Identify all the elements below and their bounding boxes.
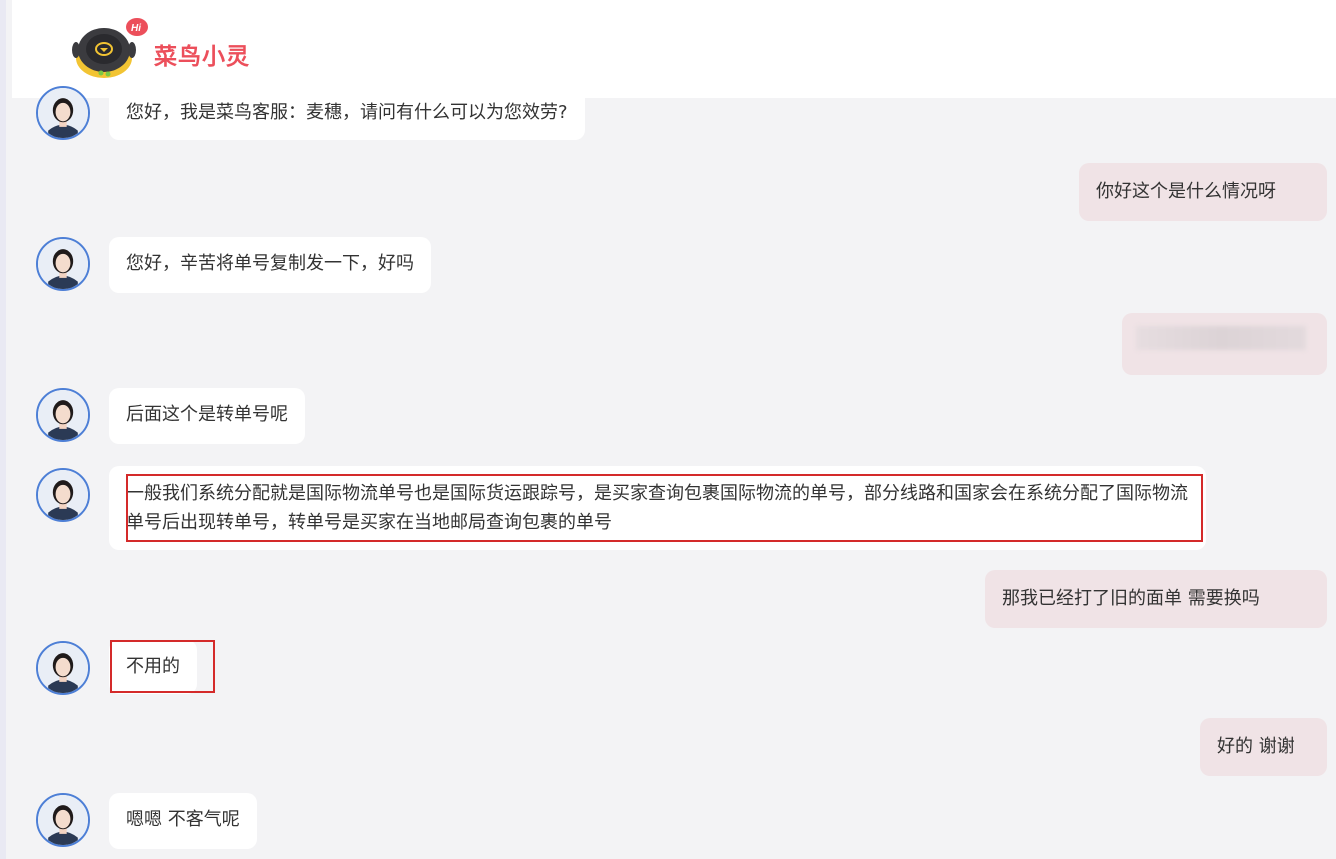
agent-message-long: 一般我们系统分配就是国际物流单号也是国际货运跟踪号，是买家查询包裹国际物流的单号… <box>109 466 1206 550</box>
redacted-tracking-number <box>1136 326 1306 350</box>
user-message: 那我已经打了旧的面单 需要换吗 <box>985 570 1327 628</box>
user-message: 你好这个是什么情况呀 <box>1079 163 1327 221</box>
agent-avatar <box>36 793 90 847</box>
agent-avatar <box>36 388 90 442</box>
agent-avatar <box>36 237 90 291</box>
agent-avatar <box>36 641 90 695</box>
hi-badge: Hi <box>131 23 141 34</box>
agent-message: 后面这个是转单号呢 <box>109 388 305 444</box>
agent-avatar <box>36 86 90 140</box>
agent-message: 您好，我是菜鸟客服：麦穗，请问有什么可以为您效劳? <box>109 86 585 140</box>
chat-window: Hi 菜鸟小灵 您好，我是菜鸟客服：麦穗，请问有什么可以为您效劳? 你好这个是什… <box>0 0 1336 859</box>
agent-message: 嗯嗯 不客气呢 <box>109 793 257 849</box>
agent-avatar <box>36 468 90 522</box>
cainiao-robot-logo: Hi <box>72 18 148 78</box>
chat-header: Hi 菜鸟小灵 <box>12 0 1336 98</box>
agent-message: 您好，辛苦将单号复制发一下，好吗 <box>109 237 431 293</box>
agent-message: 不用的 <box>109 640 197 694</box>
user-message: 好的 谢谢 <box>1200 718 1327 776</box>
app-title: 菜鸟小灵 <box>154 44 250 70</box>
